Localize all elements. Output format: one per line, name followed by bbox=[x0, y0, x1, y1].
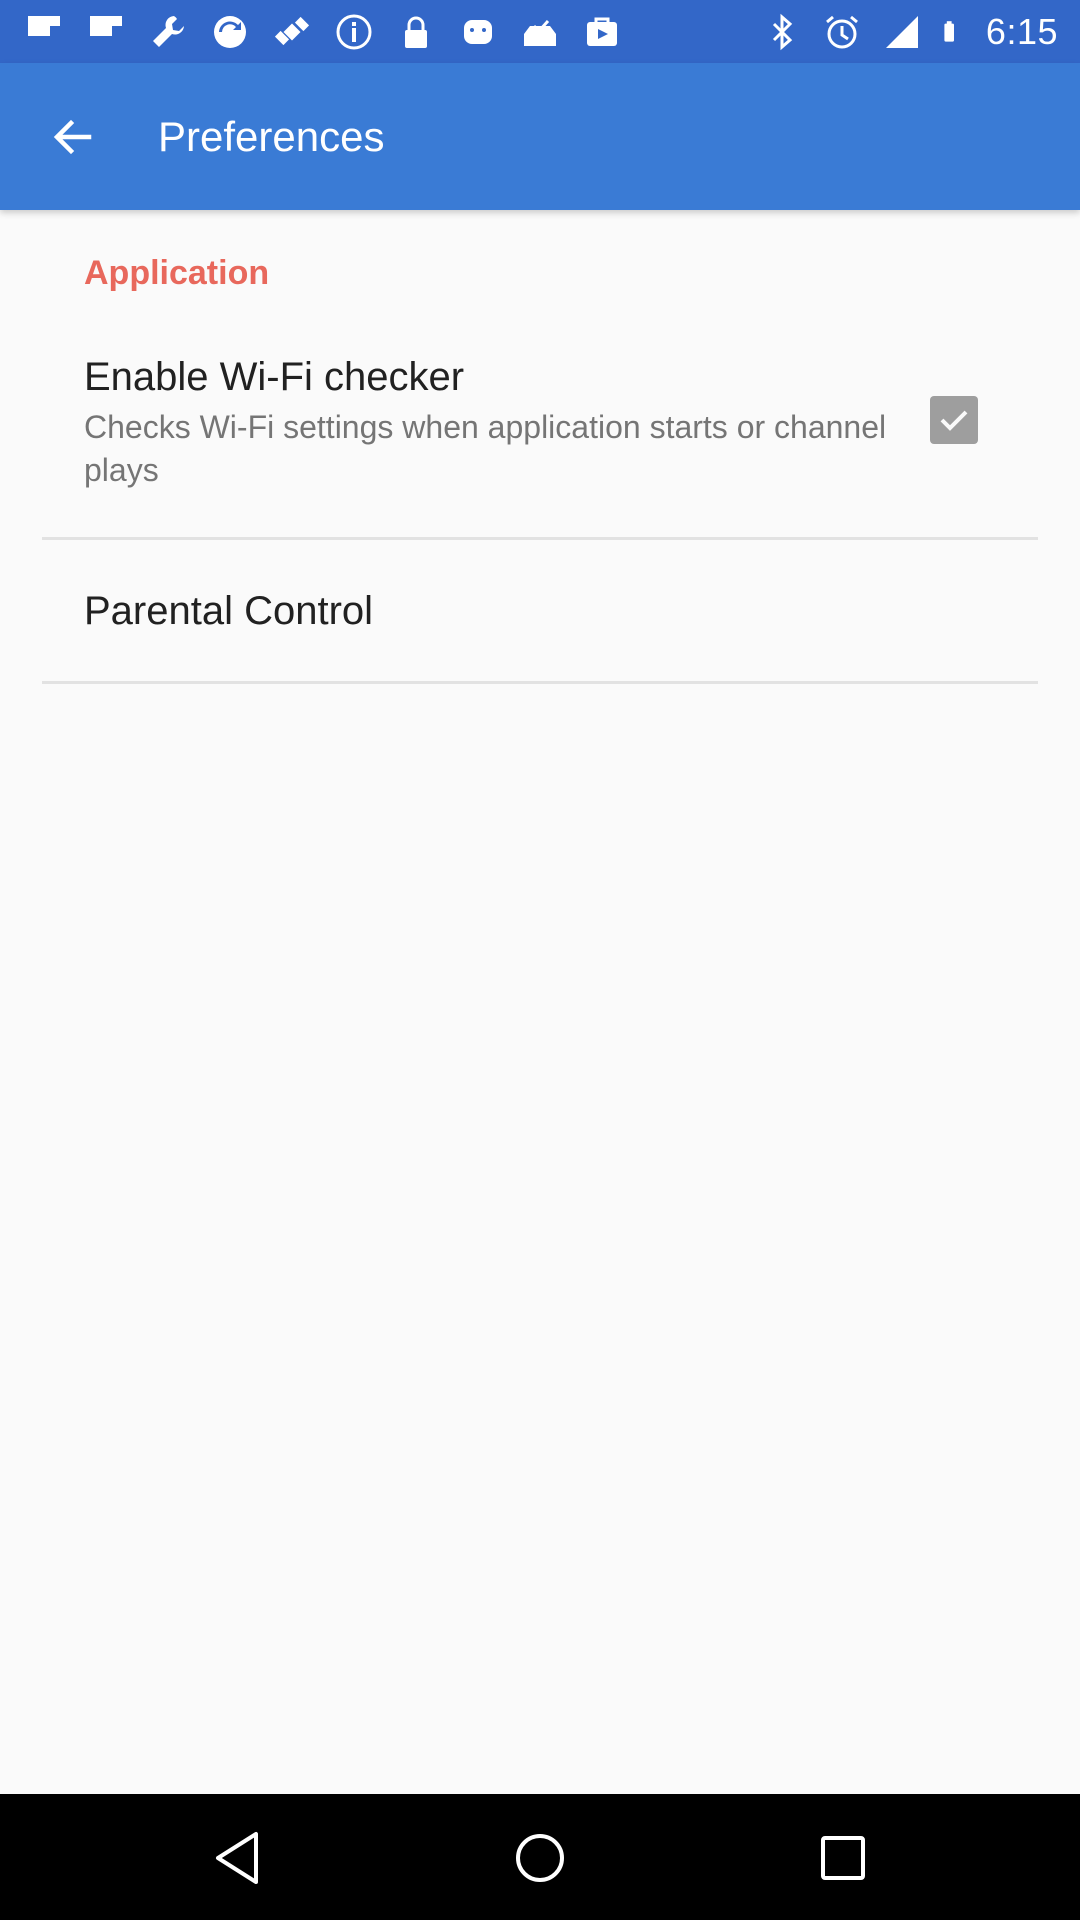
nav-home-button[interactable] bbox=[509, 1827, 571, 1889]
check-icon bbox=[940, 410, 968, 431]
nav-back-button[interactable] bbox=[206, 1827, 268, 1889]
android-icon bbox=[464, 20, 492, 44]
section-header-application: Application bbox=[84, 254, 270, 292]
system-icons: 6:15 bbox=[762, 10, 1058, 54]
signal-icon bbox=[885, 16, 918, 48]
pref-item-wifi-checker[interactable]: Enable Wi-Fi checker Checks Wi-Fi settin… bbox=[42, 340, 1038, 538]
app-bar: Preferences bbox=[0, 63, 1080, 210]
sync-circle-icon bbox=[214, 16, 246, 48]
lock-icon bbox=[405, 16, 427, 48]
flipboard-icon bbox=[28, 16, 60, 36]
screen: 6:15 Preferences Application Enable Wi-F… bbox=[0, 0, 1080, 1920]
navigation-bar bbox=[0, 1794, 1080, 1920]
pref-title: Parental Control bbox=[84, 589, 374, 633]
nav-recents-button[interactable] bbox=[812, 1827, 874, 1889]
briefcase-icon bbox=[587, 17, 617, 46]
pref-summary: Checks Wi-Fi settings when application s… bbox=[84, 409, 887, 488]
divider bbox=[42, 681, 1038, 684]
divider bbox=[42, 537, 1038, 540]
clock-time: 6:15 bbox=[985, 11, 1058, 52]
battery-icon bbox=[944, 21, 954, 42]
bluetooth-icon bbox=[772, 13, 793, 51]
wifi-checker-checkbox[interactable] bbox=[930, 396, 978, 444]
back-button[interactable] bbox=[32, 103, 112, 171]
inbox-check-icon bbox=[524, 19, 556, 46]
alarm-icon bbox=[825, 15, 858, 49]
pref-item-parental-control[interactable]: Parental Control bbox=[42, 541, 1038, 681]
fake-gps-satellite-icon bbox=[274, 16, 310, 46]
nav-home-circle-icon bbox=[516, 1834, 564, 1882]
flipboard-icon bbox=[90, 16, 122, 36]
page-title: Preferences bbox=[158, 113, 385, 160]
nav-recents-square-icon bbox=[821, 1836, 865, 1880]
pref-title: Enable Wi-Fi checker bbox=[84, 355, 465, 399]
wrench-icon bbox=[153, 16, 184, 47]
status-bar: 6:15 bbox=[0, 0, 1080, 63]
info-circle-icon bbox=[336, 14, 372, 50]
notification-icons bbox=[24, 10, 622, 54]
arrow-back-icon bbox=[53, 119, 92, 155]
nav-back-triangle-icon bbox=[216, 1832, 258, 1884]
